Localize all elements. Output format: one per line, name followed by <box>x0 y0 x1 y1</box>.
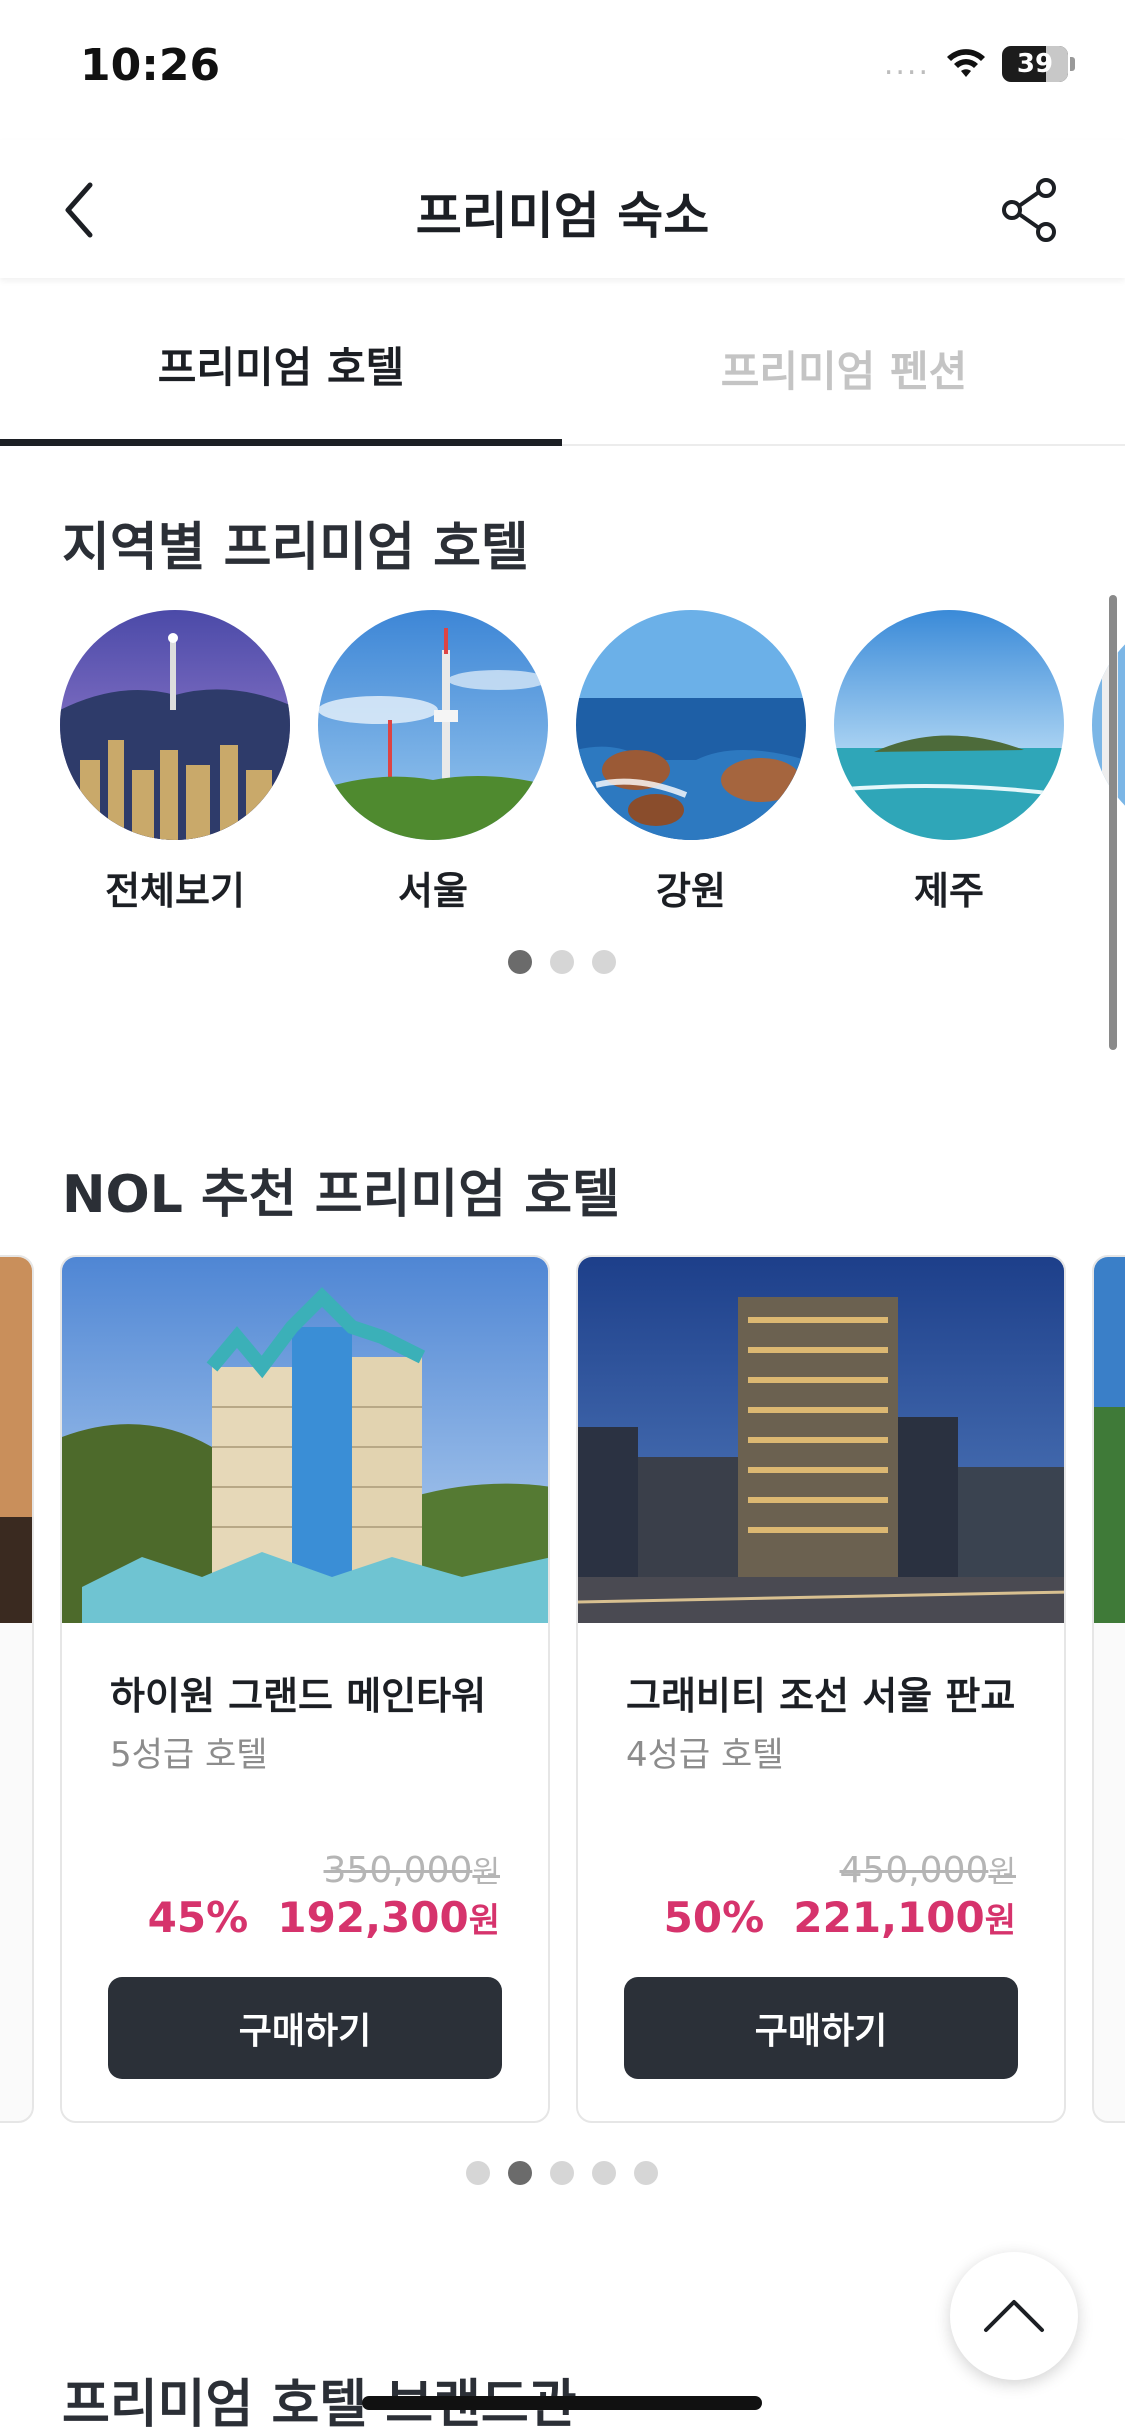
region-label: 제주 <box>914 869 984 913</box>
region-image-jeju <box>834 610 1064 840</box>
region-item-all[interactable]: 전체보기 <box>60 610 290 915</box>
tab-premium-hotel[interactable]: 프리미엄 호텔 <box>0 290 562 446</box>
region-carousel: 전체보기 서울 강원 제주 <box>60 610 1125 930</box>
hotel-name: 그래비티 조선 서울 판교 <box>626 1674 1016 1718</box>
battery-level: 39 <box>1016 49 1054 79</box>
discount-rate: 45% <box>147 1893 249 1942</box>
pagination-dot[interactable] <box>634 2161 658 2185</box>
scrollbar[interactable] <box>1109 595 1117 1050</box>
pagination-dot[interactable] <box>466 2161 490 2185</box>
hotel-photo <box>578 1257 1064 1623</box>
share-button[interactable] <box>990 170 1070 250</box>
region-image-seoul <box>318 610 548 840</box>
status-time: 10:26 <box>80 40 221 91</box>
pagination-dot[interactable] <box>592 950 616 974</box>
hotel-grade: 5성급 호텔 <box>110 1735 268 1775</box>
pagination-dot-active[interactable] <box>508 950 532 974</box>
price-value: 221,100 <box>793 1893 985 1942</box>
pagination-dot[interactable] <box>550 2161 574 2185</box>
hotel-name: 하이원 그랜드 메인타워 <box>110 1674 487 1718</box>
buy-button[interactable]: 구매하기 <box>624 1977 1018 2079</box>
battery-tip <box>1070 57 1075 71</box>
pagination-dot[interactable] <box>550 950 574 974</box>
tab-premium-pension[interactable]: 프리미엄 펜션 <box>563 290 1125 446</box>
discount-rate: 50% <box>663 1893 765 1942</box>
hotel-card-carousel: 하이원 그랜드 메인타워 5성급 호텔 350,000원 45% 192,300… <box>0 1255 1125 2125</box>
original-price: 350,000원 <box>323 1850 500 1891</box>
signal-icon: .... <box>883 46 930 82</box>
hotel-card[interactable]: 그래비티 조선 서울 판교 4성급 호텔 450,000원 50% 221,10… <box>576 1255 1066 2123</box>
status-bar: 10:26 .... 39 <box>0 0 1125 140</box>
price-value: 192,300 <box>277 1893 469 1942</box>
buy-button[interactable]: 구매하기 <box>108 1977 502 2079</box>
share-icon <box>1002 178 1056 242</box>
battery-icon: 39 <box>1002 46 1068 82</box>
region-label: 전체보기 <box>105 869 245 913</box>
original-price: 450,000원 <box>839 1850 1016 1891</box>
page-title: 프리미엄 숙소 <box>415 187 710 245</box>
pagination-dot-active[interactable] <box>508 2161 532 2185</box>
hotel-card-next[interactable] <box>1092 1255 1125 2123</box>
scroll-top-button[interactable] <box>950 2252 1078 2380</box>
region-image-all <box>60 610 290 840</box>
hotel-card[interactable]: 하이원 그랜드 메인타워 5성급 호텔 350,000원 45% 192,300… <box>60 1255 550 2123</box>
region-pagination <box>508 950 616 974</box>
card-pagination <box>466 2161 658 2185</box>
region-section-title: 지역별 프리미엄 호텔 <box>62 518 529 578</box>
home-indicator[interactable] <box>362 2396 762 2410</box>
region-label: 서울 <box>398 869 468 913</box>
region-label: 강원 <box>656 869 726 913</box>
hotel-photo <box>62 1257 548 1623</box>
sale-price: 45% 192,300원 <box>147 1893 500 1942</box>
tab-bar: 프리미엄 호텔 프리미엄 펜션 <box>0 290 1125 446</box>
recommend-section-title: NOL 추천 프리미엄 호텔 <box>62 1165 620 1225</box>
region-item-gangwon[interactable]: 강원 <box>576 610 806 915</box>
region-item-jeju[interactable]: 제주 <box>834 610 1064 915</box>
region-image-gangwon <box>576 610 806 840</box>
chevron-up-icon <box>984 2300 1044 2332</box>
hotel-card-prev[interactable] <box>0 1255 34 2123</box>
region-item-seoul[interactable]: 서울 <box>318 610 548 915</box>
status-icons: .... 39 <box>884 46 1075 82</box>
sale-price: 50% 221,100원 <box>663 1893 1016 1942</box>
hotel-grade: 4성급 호텔 <box>626 1735 784 1775</box>
pagination-dot[interactable] <box>592 2161 616 2185</box>
nav-header: 프리미엄 숙소 <box>0 140 1125 278</box>
wifi-icon <box>947 49 985 77</box>
